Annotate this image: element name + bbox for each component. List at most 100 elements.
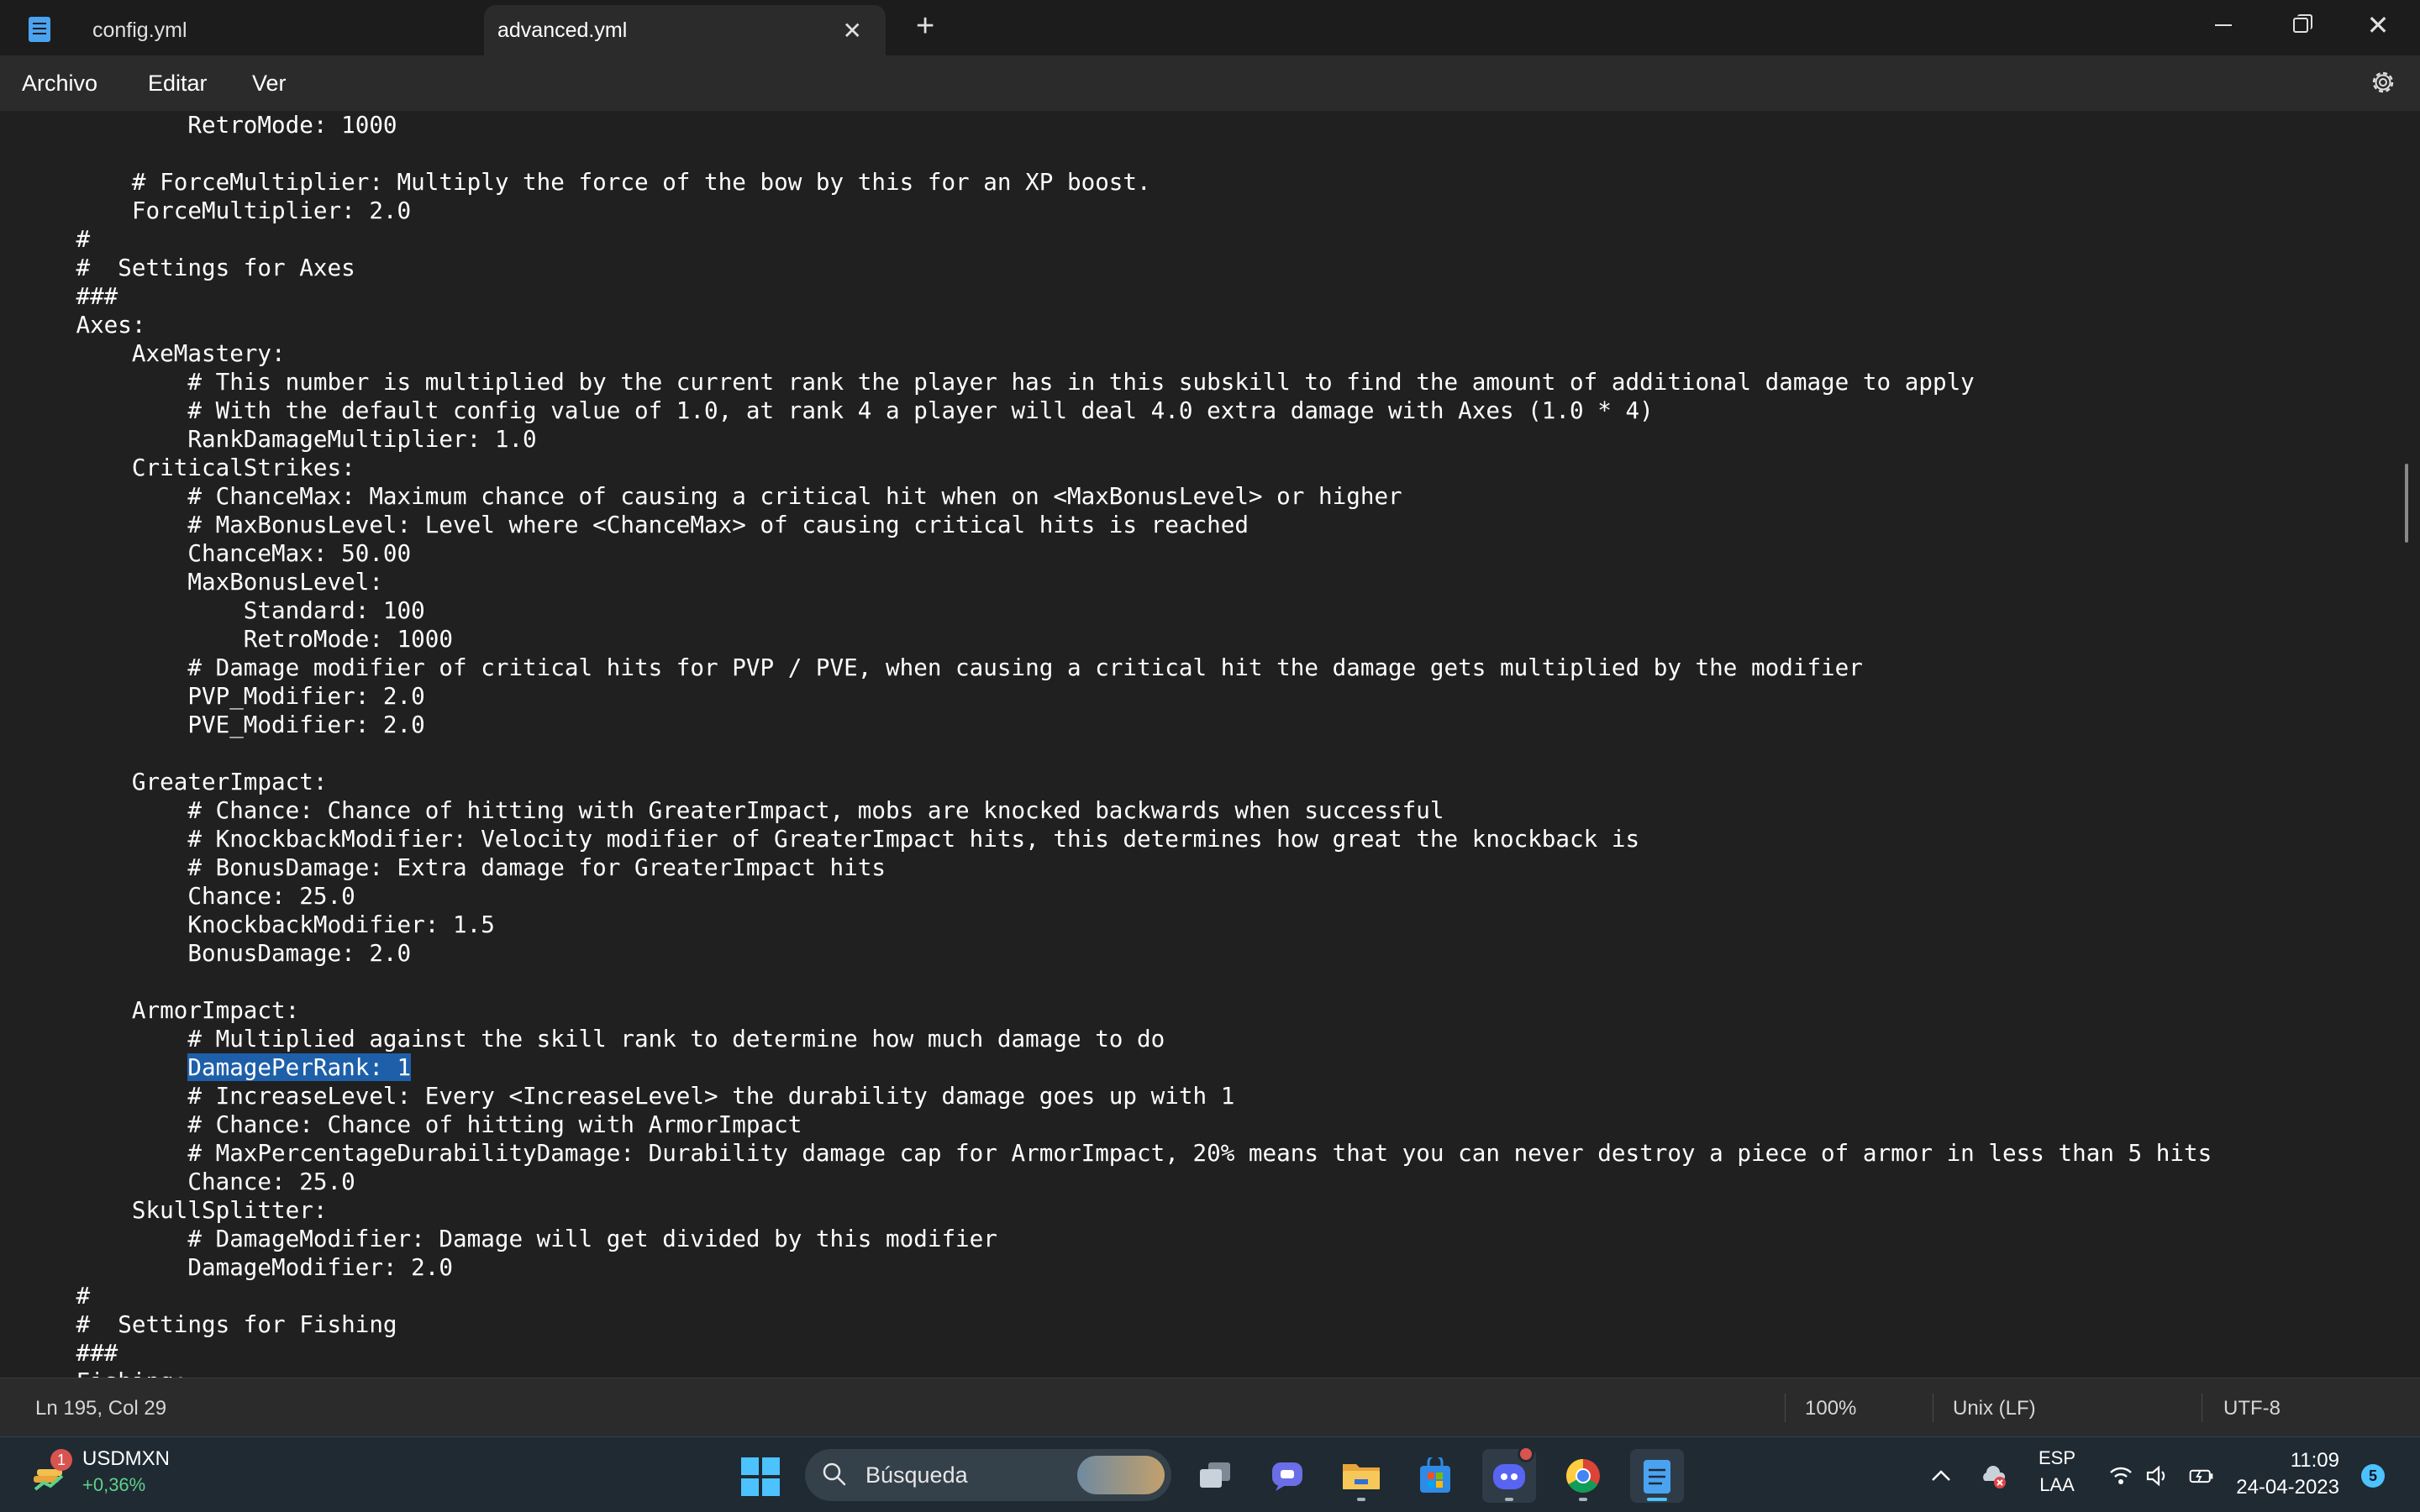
battery-icon[interactable] <box>2188 1462 2215 1489</box>
code-line[interactable]: ArmorImpact: <box>20 996 2212 1025</box>
file-explorer-button[interactable] <box>1334 1449 1388 1503</box>
status-bar: Ln 195, Col 29 100% Unix (LF) UTF-8 <box>0 1378 2420 1436</box>
close-icon: ✕ <box>2366 10 2390 40</box>
code-line[interactable]: RetroMode: 1000 <box>20 625 2212 654</box>
new-tab-button[interactable]: + <box>916 8 934 45</box>
menu-editar[interactable]: Editar <box>148 71 208 97</box>
keyboard-layout: LAA <box>2039 1474 2075 1495</box>
code-line[interactable]: # DamageModifier: Damage will get divide… <box>20 1225 2212 1253</box>
code-line[interactable]: DamageModifier: 2.0 <box>20 1253 2212 1282</box>
code-line[interactable]: # BonusDamage: Extra damage for GreaterI… <box>20 853 2212 882</box>
selected-text[interactable]: DamagePerRank: 1 <box>187 1053 412 1081</box>
code-content[interactable]: RetroMode: 1000 # ForceMultiplier: Multi… <box>20 111 2212 1378</box>
code-line[interactable]: Axes: <box>20 311 2212 339</box>
code-line[interactable] <box>20 139 2212 168</box>
code-line[interactable]: # Chance: Chance of hitting with Greater… <box>20 796 2212 825</box>
code-line[interactable]: # <box>20 1282 2212 1310</box>
code-line[interactable]: # MaxBonusLevel: Level where <ChanceMax>… <box>20 511 2212 539</box>
close-window-button[interactable]: ✕ <box>2339 0 2417 50</box>
system-clock[interactable]: 11:09 24-04-2023 <box>2235 1447 2339 1501</box>
chrome-button[interactable] <box>1556 1449 1610 1503</box>
code-line[interactable]: Chance: 25.0 <box>20 882 2212 911</box>
stocks-widget-icon[interactable]: 1 <box>30 1449 72 1494</box>
menu-archivo[interactable]: Archivo <box>22 71 97 97</box>
clock-time: 11:09 <box>2290 1449 2339 1472</box>
code-line[interactable]: Chance: 25.0 <box>20 1168 2212 1196</box>
code-line[interactable]: # MaxPercentageDurabilityDamage: Durabil… <box>20 1139 2212 1168</box>
notification-count[interactable]: 5 <box>2361 1464 2385 1488</box>
teams-chat-button[interactable] <box>1260 1449 1314 1503</box>
code-line[interactable]: Fishing: <box>20 1368 2212 1378</box>
minimize-button[interactable] <box>2185 0 2262 50</box>
code-line[interactable]: # This number is multiplied by the curre… <box>20 368 2212 396</box>
chat-icon <box>1272 1462 1302 1491</box>
scrollbar-thumb[interactable] <box>2405 464 2408 543</box>
code-line[interactable]: CriticalStrikes: <box>20 454 2212 482</box>
onedrive-error-icon[interactable] <box>1980 1462 2007 1489</box>
language-indicator[interactable]: ESP LAA <box>2037 1447 2077 1496</box>
ticker-name[interactable]: USDMXN <box>82 1447 170 1471</box>
microsoft-store-button[interactable] <box>1408 1449 1462 1503</box>
code-line[interactable]: Standard: 100 <box>20 596 2212 625</box>
store-icon <box>1420 1457 1450 1493</box>
close-tab-icon[interactable]: ✕ <box>843 17 862 45</box>
code-line[interactable]: # IncreaseLevel: Every <IncreaseLevel> t… <box>20 1082 2212 1110</box>
code-line[interactable]: RetroMode: 1000 <box>20 111 2212 139</box>
code-line[interactable]: # Chance: Chance of hitting with ArmorIm… <box>20 1110 2212 1139</box>
code-line[interactable]: ### <box>20 1339 2212 1368</box>
code-line[interactable] <box>20 968 2212 996</box>
code-line[interactable]: # Settings for Fishing <box>20 1310 2212 1339</box>
discord-button[interactable] <box>1482 1446 1536 1503</box>
code-line[interactable]: # Damage modifier of critical hits for P… <box>20 654 2212 682</box>
code-line[interactable] <box>20 739 2212 768</box>
text-editor[interactable]: RetroMode: 1000 # ForceMultiplier: Multi… <box>0 111 2420 1378</box>
taskbar: 1 USDMXN +0,36% Búsqueda ESP LAA 11:09 2… <box>0 1436 2420 1512</box>
tab-config[interactable]: config.yml <box>76 5 479 55</box>
settings-gear-icon[interactable] <box>2368 67 2398 97</box>
encoding[interactable]: UTF-8 <box>2223 1397 2281 1420</box>
code-line[interactable]: # <box>20 225 2212 254</box>
code-line[interactable]: # KnockbackModifier: Velocity modifier o… <box>20 825 2212 853</box>
tab-label: config.yml <box>92 18 187 42</box>
code-line[interactable]: # ForceMultiplier: Multiply the force of… <box>20 168 2212 197</box>
code-line[interactable]: ChanceMax: 50.00 <box>20 539 2212 568</box>
start-button[interactable] <box>741 1457 780 1496</box>
code-line[interactable]: # Settings for Axes <box>20 254 2212 282</box>
code-line[interactable]: SkullSplitter: <box>20 1196 2212 1225</box>
language-code: ESP <box>2038 1447 2076 1468</box>
task-view-button[interactable] <box>1188 1449 1242 1503</box>
code-line[interactable]: # Multiplied against the skill rank to d… <box>20 1025 2212 1053</box>
folder-icon <box>1343 1464 1380 1489</box>
volume-icon[interactable] <box>2144 1462 2171 1489</box>
code-line[interactable]: # With the default config value of 1.0, … <box>20 396 2212 425</box>
code-line[interactable]: AxeMastery: <box>20 339 2212 368</box>
code-line[interactable]: GreaterImpact: <box>20 768 2212 796</box>
wifi-icon[interactable] <box>2107 1462 2134 1489</box>
code-line[interactable]: DamagePerRank: 1 <box>20 1053 2212 1082</box>
code-line[interactable]: # ChanceMax: Maximum chance of causing a… <box>20 482 2212 511</box>
taskbar-search[interactable]: Búsqueda <box>805 1449 1171 1501</box>
notepad-taskbar-button[interactable] <box>1630 1449 1684 1503</box>
running-indicator <box>1579 1498 1587 1501</box>
minimize-icon <box>2215 24 2232 26</box>
notepad-icon <box>29 17 50 42</box>
code-line[interactable]: PVE_Modifier: 2.0 <box>20 711 2212 739</box>
tab-label: advanced.yml <box>497 18 628 42</box>
search-icon <box>823 1462 846 1486</box>
zoom-level[interactable]: 100% <box>1805 1397 1856 1420</box>
code-line[interactable]: BonusDamage: 2.0 <box>20 939 2212 968</box>
maximize-button[interactable] <box>2262 0 2339 50</box>
line-ending[interactable]: Unix (LF) <box>1953 1397 2036 1420</box>
code-line[interactable]: KnockbackModifier: 1.5 <box>20 911 2212 939</box>
code-line[interactable]: RankDamageMultiplier: 1.0 <box>20 425 2212 454</box>
code-line[interactable]: ### <box>20 282 2212 311</box>
task-view-icon <box>1200 1462 1230 1488</box>
code-line[interactable]: MaxBonusLevel: <box>20 568 2212 596</box>
chevron-up-icon[interactable] <box>1928 1462 1954 1489</box>
search-highlight-image <box>1077 1456 1165 1494</box>
tab-advanced[interactable]: advanced.yml ✕ <box>484 5 886 55</box>
menu-ver[interactable]: Ver <box>252 71 287 97</box>
code-line[interactable]: PVP_Modifier: 2.0 <box>20 682 2212 711</box>
code-line[interactable]: ForceMultiplier: 2.0 <box>20 197 2212 225</box>
